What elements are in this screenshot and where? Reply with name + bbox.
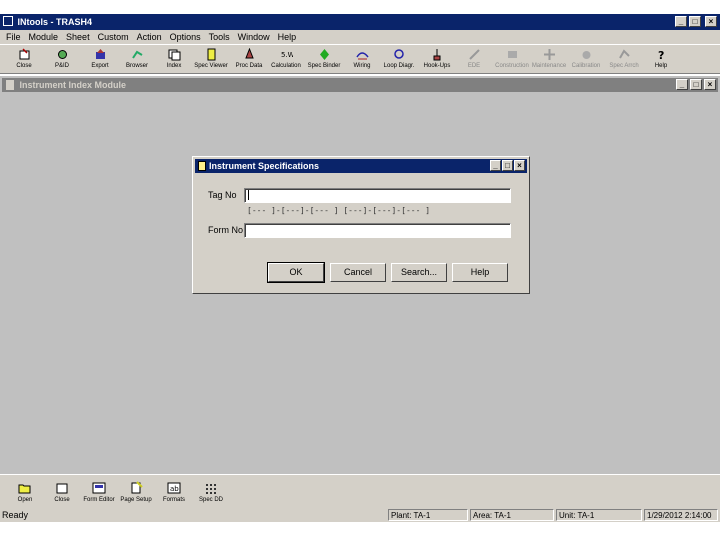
pid-icon bbox=[57, 50, 67, 59]
formats-icon: ab bbox=[167, 482, 181, 494]
bottom-form-editor-button[interactable]: Form Editor bbox=[80, 481, 118, 503]
spec-archive-icon bbox=[618, 49, 630, 59]
process-data-icon bbox=[244, 48, 254, 59]
close-icon bbox=[56, 483, 68, 494]
child-close-button[interactable]: × bbox=[704, 79, 716, 90]
child-window-title: Instrument Index Module bbox=[19, 80, 127, 90]
calibration-icon bbox=[582, 51, 590, 59]
toolbar-loop-diagram-button[interactable]: Loop Diagr. bbox=[381, 48, 417, 70]
bottom-page-setup-button[interactable]: Page Setup bbox=[117, 481, 155, 503]
toolbar-index-button[interactable]: Index bbox=[156, 48, 192, 70]
status-bar: Ready Plant: TA-1 Area: TA-1 Unit: TA-1 … bbox=[0, 508, 720, 522]
toolbar-construction-button[interactable]: Construction bbox=[494, 48, 530, 70]
toolbar-close-button[interactable]: Close bbox=[6, 48, 42, 70]
ede-icon bbox=[468, 49, 480, 60]
calculation-icon: 5.W bbox=[281, 51, 293, 59]
bottom-spec-dd-button[interactable]: Spec DD bbox=[192, 481, 230, 503]
tag-format-mask: [--- ]-[---]-[--- ] [---]-[---]-[--- ] bbox=[247, 206, 431, 215]
toolbar-pid-button[interactable]: P&ID bbox=[44, 48, 80, 70]
menu-tools[interactable]: Tools bbox=[205, 30, 234, 44]
toolbar-help-button[interactable]: ? Help bbox=[643, 48, 679, 70]
child-window-title-bar: Instrument Index Module _ □ × bbox=[2, 78, 718, 92]
browser-icon bbox=[131, 50, 143, 59]
toolbar-wiring-button[interactable]: Wiring bbox=[344, 48, 380, 70]
dialog-title: Instrument Specifications bbox=[209, 161, 320, 171]
document-icon bbox=[6, 80, 14, 90]
wiring-icon bbox=[355, 52, 369, 60]
toolbar-calculation-button[interactable]: 5.W Calculation bbox=[268, 48, 304, 70]
page-setup-icon bbox=[131, 481, 143, 494]
cancel-button[interactable]: Cancel bbox=[330, 263, 386, 282]
toolbar-spec-viewer-button[interactable]: Spec Viewer bbox=[193, 48, 229, 70]
app-title-bar: INtools - TRASH4 _ □ × bbox=[0, 14, 720, 30]
help-icon: ? bbox=[658, 49, 664, 61]
close-doc-icon bbox=[19, 48, 29, 60]
menu-sheet[interactable]: Sheet bbox=[62, 30, 94, 44]
open-icon bbox=[18, 484, 31, 494]
menu-action[interactable]: Action bbox=[133, 30, 166, 44]
toolbar-proc-data-button[interactable]: Proc Data bbox=[231, 48, 267, 70]
minimize-button[interactable]: _ bbox=[675, 16, 687, 27]
spec-dd-icon bbox=[206, 484, 216, 494]
toolbar-spec-binder-button[interactable]: Spec Binder bbox=[306, 48, 342, 70]
svg-text:ab: ab bbox=[170, 485, 179, 493]
text-caret bbox=[248, 190, 249, 200]
bottom-open-button[interactable]: Open bbox=[6, 481, 44, 503]
menu-options[interactable]: Options bbox=[166, 30, 205, 44]
tag-no-field[interactable] bbox=[244, 188, 511, 203]
status-plant: Plant: TA-1 bbox=[388, 509, 468, 521]
svg-text:?: ? bbox=[658, 49, 664, 61]
dialog-minimize-button[interactable]: _ bbox=[490, 160, 501, 171]
form-editor-icon bbox=[92, 482, 106, 494]
main-toolbar: Close P&ID Export Browser Index Spec Vie… bbox=[0, 44, 720, 74]
menu-bar: File Module Sheet Custom Action Options … bbox=[0, 30, 720, 44]
search-button[interactable]: Search... bbox=[391, 263, 447, 282]
bottom-toolbar: Open Close Form Editor Page Setup ab For… bbox=[0, 474, 720, 508]
toolbar-hook-ups-button[interactable]: Hook-Ups bbox=[419, 48, 455, 70]
menu-file[interactable]: File bbox=[2, 30, 25, 44]
tag-no-label: Tag No bbox=[208, 190, 237, 200]
loop-diagram-icon bbox=[393, 49, 404, 59]
hook-ups-icon bbox=[433, 49, 440, 61]
toolbar-ede-button[interactable]: EDE bbox=[456, 48, 492, 70]
help-button[interactable]: Help bbox=[452, 263, 508, 282]
form-no-label: Form No bbox=[208, 225, 244, 235]
menu-custom[interactable]: Custom bbox=[94, 30, 133, 44]
bottom-close-button[interactable]: Close bbox=[43, 481, 81, 503]
construction-icon bbox=[507, 51, 517, 58]
status-ready: Ready bbox=[2, 510, 29, 520]
dialog-icon bbox=[198, 161, 206, 171]
toolbar-export-button[interactable]: Export bbox=[82, 48, 118, 70]
bottom-formats-button[interactable]: ab Formats bbox=[155, 481, 193, 503]
toolbar-maintenance-button[interactable]: Maintenance bbox=[531, 48, 567, 70]
menu-module[interactable]: Module bbox=[25, 30, 63, 44]
dialog-maximize-button[interactable]: □ bbox=[502, 160, 513, 171]
status-datetime: 1/29/2012 2:14:00 bbox=[644, 509, 718, 521]
app-icon bbox=[3, 16, 13, 26]
menu-help[interactable]: Help bbox=[274, 30, 301, 44]
export-icon bbox=[95, 49, 105, 59]
toolbar-calibration-button[interactable]: Calibration bbox=[568, 48, 604, 70]
ok-button[interactable]: OK bbox=[267, 262, 325, 283]
spec-viewer-icon bbox=[207, 48, 215, 61]
status-unit: Unit: TA-1 bbox=[556, 509, 642, 521]
index-icon bbox=[168, 49, 180, 61]
dialog-close-button[interactable]: × bbox=[514, 160, 525, 171]
maintenance-icon bbox=[543, 49, 555, 60]
toolbar-browser-button[interactable]: Browser bbox=[119, 48, 155, 70]
maximize-button[interactable]: □ bbox=[689, 16, 701, 27]
form-no-field[interactable] bbox=[244, 223, 511, 238]
toolbar-spec-archive-button[interactable]: Spec Arrch bbox=[606, 48, 642, 70]
child-minimize-button[interactable]: _ bbox=[676, 79, 688, 90]
spec-binder-icon bbox=[319, 49, 329, 60]
child-maximize-button[interactable]: □ bbox=[690, 79, 702, 90]
dialog-title-bar: Instrument Specifications _ □ × bbox=[195, 159, 527, 173]
status-area: Area: TA-1 bbox=[470, 509, 554, 521]
app-title: INtools - TRASH4 bbox=[17, 17, 93, 27]
menu-window[interactable]: Window bbox=[234, 30, 274, 44]
close-button[interactable]: × bbox=[705, 16, 717, 27]
svg-text:5.W: 5.W bbox=[281, 51, 293, 59]
